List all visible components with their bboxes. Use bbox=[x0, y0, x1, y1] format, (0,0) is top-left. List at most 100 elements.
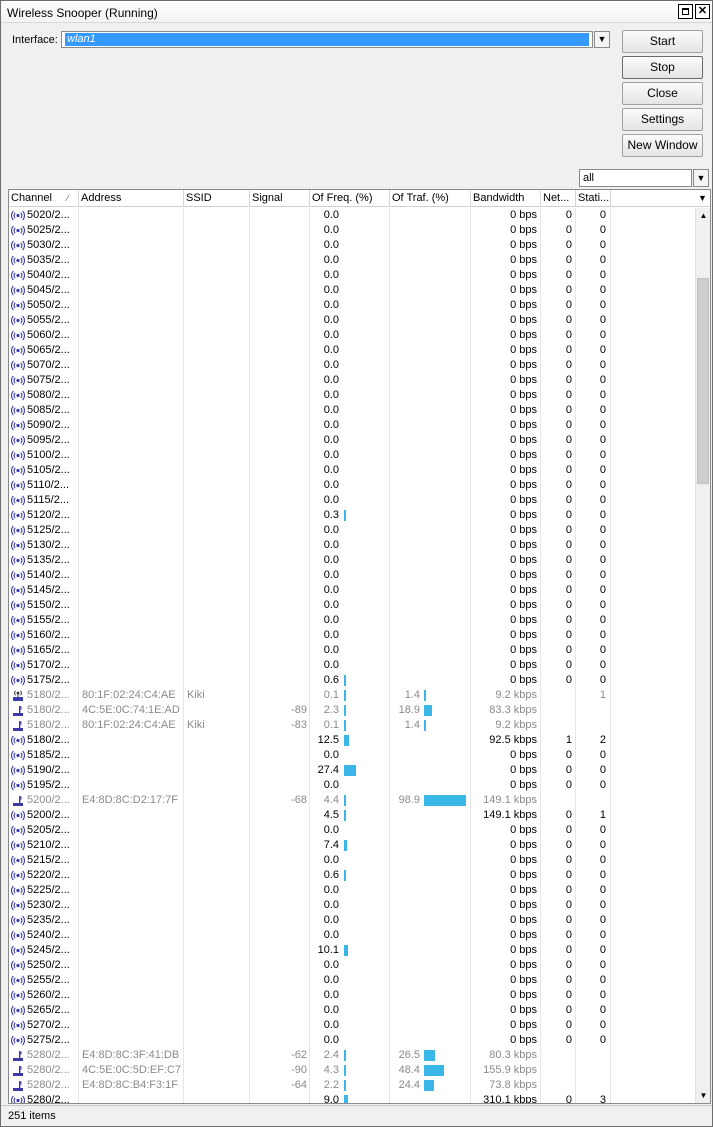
table-row[interactable]: 5020/2... 0.0 0 bps 0 0 bbox=[9, 208, 694, 223]
signal-cell bbox=[250, 583, 310, 598]
table-row[interactable]: 5205/2... 0.0 0 bps 0 0 bbox=[9, 823, 694, 838]
title-bar[interactable]: Wireless Snooper (Running) ✕ bbox=[1, 1, 712, 23]
table-row[interactable]: 5210/2... 7.4 0 bps 0 0 bbox=[9, 838, 694, 853]
table-row[interactable]: 5180/2... 80:1F:02:24:C4:AE Kiki -83 0.1 1.4 9… bbox=[9, 718, 694, 733]
stop-button[interactable]: Stop bbox=[622, 56, 703, 79]
maximize-icon[interactable] bbox=[678, 4, 693, 19]
table-row[interactable]: 5275/2... 0.0 0 bps 0 0 bbox=[9, 1033, 694, 1048]
stations-cell: 0 bbox=[576, 583, 611, 598]
table-row[interactable]: 5095/2... 0.0 0 bps 0 0 bbox=[9, 433, 694, 448]
table-row[interactable]: 5280/2... E4:8D:8C:B4:F3:1F -64 2.2 24.4 73.8… bbox=[9, 1078, 694, 1093]
table-row[interactable]: 5175/2... 0.6 0 bps 0 0 bbox=[9, 673, 694, 688]
table-row[interactable]: 5070/2... 0.0 0 bps 0 0 bbox=[9, 358, 694, 373]
filter-dropdown-icon[interactable]: ▼ bbox=[693, 169, 709, 187]
station-icon bbox=[11, 1079, 25, 1092]
table-row[interactable]: 5165/2... 0.0 0 bps 0 0 bbox=[9, 643, 694, 658]
table-row[interactable]: 5065/2... 0.0 0 bps 0 0 bbox=[9, 343, 694, 358]
filter-select[interactable]: all bbox=[579, 169, 692, 187]
table-row[interactable]: 5045/2... 0.0 0 bps 0 0 bbox=[9, 283, 694, 298]
col-signal[interactable]: Signal bbox=[250, 190, 310, 207]
table-row[interactable]: 5250/2... 0.0 0 bps 0 0 bbox=[9, 958, 694, 973]
table-row[interactable]: 5185/2... 0.0 0 bps 0 0 bbox=[9, 748, 694, 763]
table-row[interactable]: 5200/2... E4:8D:8C:D2:17:7F -68 4.4 98.9 149.… bbox=[9, 793, 694, 808]
table-row[interactable]: 5130/2... 0.0 0 bps 0 0 bbox=[9, 538, 694, 553]
close-icon[interactable]: ✕ bbox=[695, 4, 710, 19]
table-row[interactable]: 5060/2... 0.0 0 bps 0 0 bbox=[9, 328, 694, 343]
table-row[interactable]: 5225/2... 0.0 0 bps 0 0 bbox=[9, 883, 694, 898]
new-window-button[interactable]: New Window bbox=[622, 134, 703, 157]
close-button[interactable]: Close bbox=[622, 82, 703, 105]
of-traf bbox=[390, 943, 471, 958]
of-traf bbox=[390, 928, 471, 943]
table-row[interactable]: 5135/2... 0.0 0 bps 0 0 bbox=[9, 553, 694, 568]
col-networks[interactable]: Net... bbox=[541, 190, 576, 207]
table-row[interactable]: 5025/2... 0.0 0 bps 0 0 bbox=[9, 223, 694, 238]
table-row[interactable]: 5180/2... 80:1F:02:24:C4:AE Kiki 0.1 1.4 9.2 … bbox=[9, 688, 694, 703]
table-row[interactable]: 5245/2... 10.1 0 bps 0 0 bbox=[9, 943, 694, 958]
table-row[interactable]: 5190/2... 27.4 0 bps 0 0 bbox=[9, 763, 694, 778]
of-freq-value: 0.0 bbox=[323, 959, 339, 971]
col-address[interactable]: Address bbox=[79, 190, 184, 207]
table-row[interactable]: 5035/2... 0.0 0 bps 0 0 bbox=[9, 253, 694, 268]
table-row[interactable]: 5155/2... 0.0 0 bps 0 0 bbox=[9, 613, 694, 628]
vertical-scrollbar[interactable]: ▲ ▼ bbox=[695, 208, 710, 1103]
of-freq-value: 0.0 bbox=[323, 989, 339, 1001]
start-button[interactable]: Start bbox=[622, 30, 703, 53]
table-row[interactable]: 5105/2... 0.0 0 bps 0 0 bbox=[9, 463, 694, 478]
channel-cell: 5180/2... bbox=[9, 733, 79, 748]
table-row[interactable]: 5055/2... 0.0 0 bps 0 0 bbox=[9, 313, 694, 328]
table-row[interactable]: 5100/2... 0.0 0 bps 0 0 bbox=[9, 448, 694, 463]
scroll-up-icon[interactable]: ▲ bbox=[696, 208, 710, 223]
table-row[interactable]: 5280/2... 4C:5E:0C:5D:EF:C7 -90 4.3 48.4 155.… bbox=[9, 1063, 694, 1078]
table-row[interactable]: 5280/2... E4:8D:8C:3F:41:DB -62 2.4 26.5 80.3… bbox=[9, 1048, 694, 1063]
table-row[interactable]: 5235/2... 0.0 0 bps 0 0 bbox=[9, 913, 694, 928]
table-row[interactable]: 5180/2... 12.5 92.5 kbps 1 2 bbox=[9, 733, 694, 748]
table-row[interactable]: 5200/2... 4.5 149.1 kbps 0 1 bbox=[9, 808, 694, 823]
table-row[interactable]: 5090/2... 0.0 0 bps 0 0 bbox=[9, 418, 694, 433]
col-of-traf[interactable]: Of Traf. (%) bbox=[390, 190, 471, 207]
table-row[interactable]: 5230/2... 0.0 0 bps 0 0 bbox=[9, 898, 694, 913]
ssid-cell bbox=[184, 883, 250, 898]
table-row[interactable]: 5255/2... 0.0 0 bps 0 0 bbox=[9, 973, 694, 988]
scroll-down-icon[interactable]: ▼ bbox=[696, 1088, 710, 1103]
interface-select[interactable]: wlan1 bbox=[61, 31, 593, 48]
table-row[interactable]: 5150/2... 0.0 0 bps 0 0 bbox=[9, 598, 694, 613]
table-row[interactable]: 5040/2... 0.0 0 bps 0 0 bbox=[9, 268, 694, 283]
column-menu-icon[interactable]: ▼ bbox=[695, 190, 710, 207]
table-row[interactable]: 5265/2... 0.0 0 bps 0 0 bbox=[9, 1003, 694, 1018]
table-row[interactable]: 5085/2... 0.0 0 bps 0 0 bbox=[9, 403, 694, 418]
table-row[interactable]: 5170/2... 0.0 0 bps 0 0 bbox=[9, 658, 694, 673]
table-row[interactable]: 5140/2... 0.0 0 bps 0 0 bbox=[9, 568, 694, 583]
table-row[interactable]: 5215/2... 0.0 0 bps 0 0 bbox=[9, 853, 694, 868]
col-bandwidth[interactable]: Bandwidth bbox=[471, 190, 541, 207]
table-row[interactable]: 5120/2... 0.3 0 bps 0 0 bbox=[9, 508, 694, 523]
col-ssid[interactable]: SSID bbox=[184, 190, 250, 207]
table-row[interactable]: 5030/2... 0.0 0 bps 0 0 bbox=[9, 238, 694, 253]
col-of-freq[interactable]: Of Freq. (%) bbox=[310, 190, 390, 207]
address-cell bbox=[79, 838, 184, 853]
table-row[interactable]: 5270/2... 0.0 0 bps 0 0 bbox=[9, 1018, 694, 1033]
table-row[interactable]: 5280/2... 9.0 310.1 kbps 0 3 bbox=[9, 1093, 694, 1103]
table-row[interactable]: 5220/2... 0.6 0 bps 0 0 bbox=[9, 868, 694, 883]
table-row[interactable]: 5260/2... 0.0 0 bps 0 0 bbox=[9, 988, 694, 1003]
table-row[interactable]: 5180/2... 4C:5E:0C:74:1E:AD -89 2.3 18.9 83.3… bbox=[9, 703, 694, 718]
of-traf bbox=[390, 883, 471, 898]
table-row[interactable]: 5125/2... 0.0 0 bps 0 0 bbox=[9, 523, 694, 538]
table-row[interactable]: 5115/2... 0.0 0 bps 0 0 bbox=[9, 493, 694, 508]
scroll-thumb[interactable] bbox=[697, 278, 709, 484]
table-row[interactable]: 5240/2... 0.0 0 bps 0 0 bbox=[9, 928, 694, 943]
table-row[interactable]: 5075/2... 0.0 0 bps 0 0 bbox=[9, 373, 694, 388]
table-row[interactable]: 5080/2... 0.0 0 bps 0 0 bbox=[9, 388, 694, 403]
networks-cell: 0 bbox=[541, 463, 576, 478]
table-row[interactable]: 5145/2... 0.0 0 bps 0 0 bbox=[9, 583, 694, 598]
col-stations[interactable]: Stati... bbox=[576, 190, 611, 207]
table-row[interactable]: 5160/2... 0.0 0 bps 0 0 bbox=[9, 628, 694, 643]
col-channel[interactable]: Channel ⁄ bbox=[9, 190, 79, 207]
channel-cell: 5220/2... bbox=[9, 868, 79, 883]
table-row[interactable]: 5195/2... 0.0 0 bps 0 0 bbox=[9, 778, 694, 793]
table-row[interactable]: 5110/2... 0.0 0 bps 0 0 bbox=[9, 478, 694, 493]
chevron-down-icon[interactable]: ▼ bbox=[594, 31, 610, 48]
stations-cell: 0 bbox=[576, 613, 611, 628]
settings-button[interactable]: Settings bbox=[622, 108, 703, 131]
table-row[interactable]: 5050/2... 0.0 0 bps 0 0 bbox=[9, 298, 694, 313]
